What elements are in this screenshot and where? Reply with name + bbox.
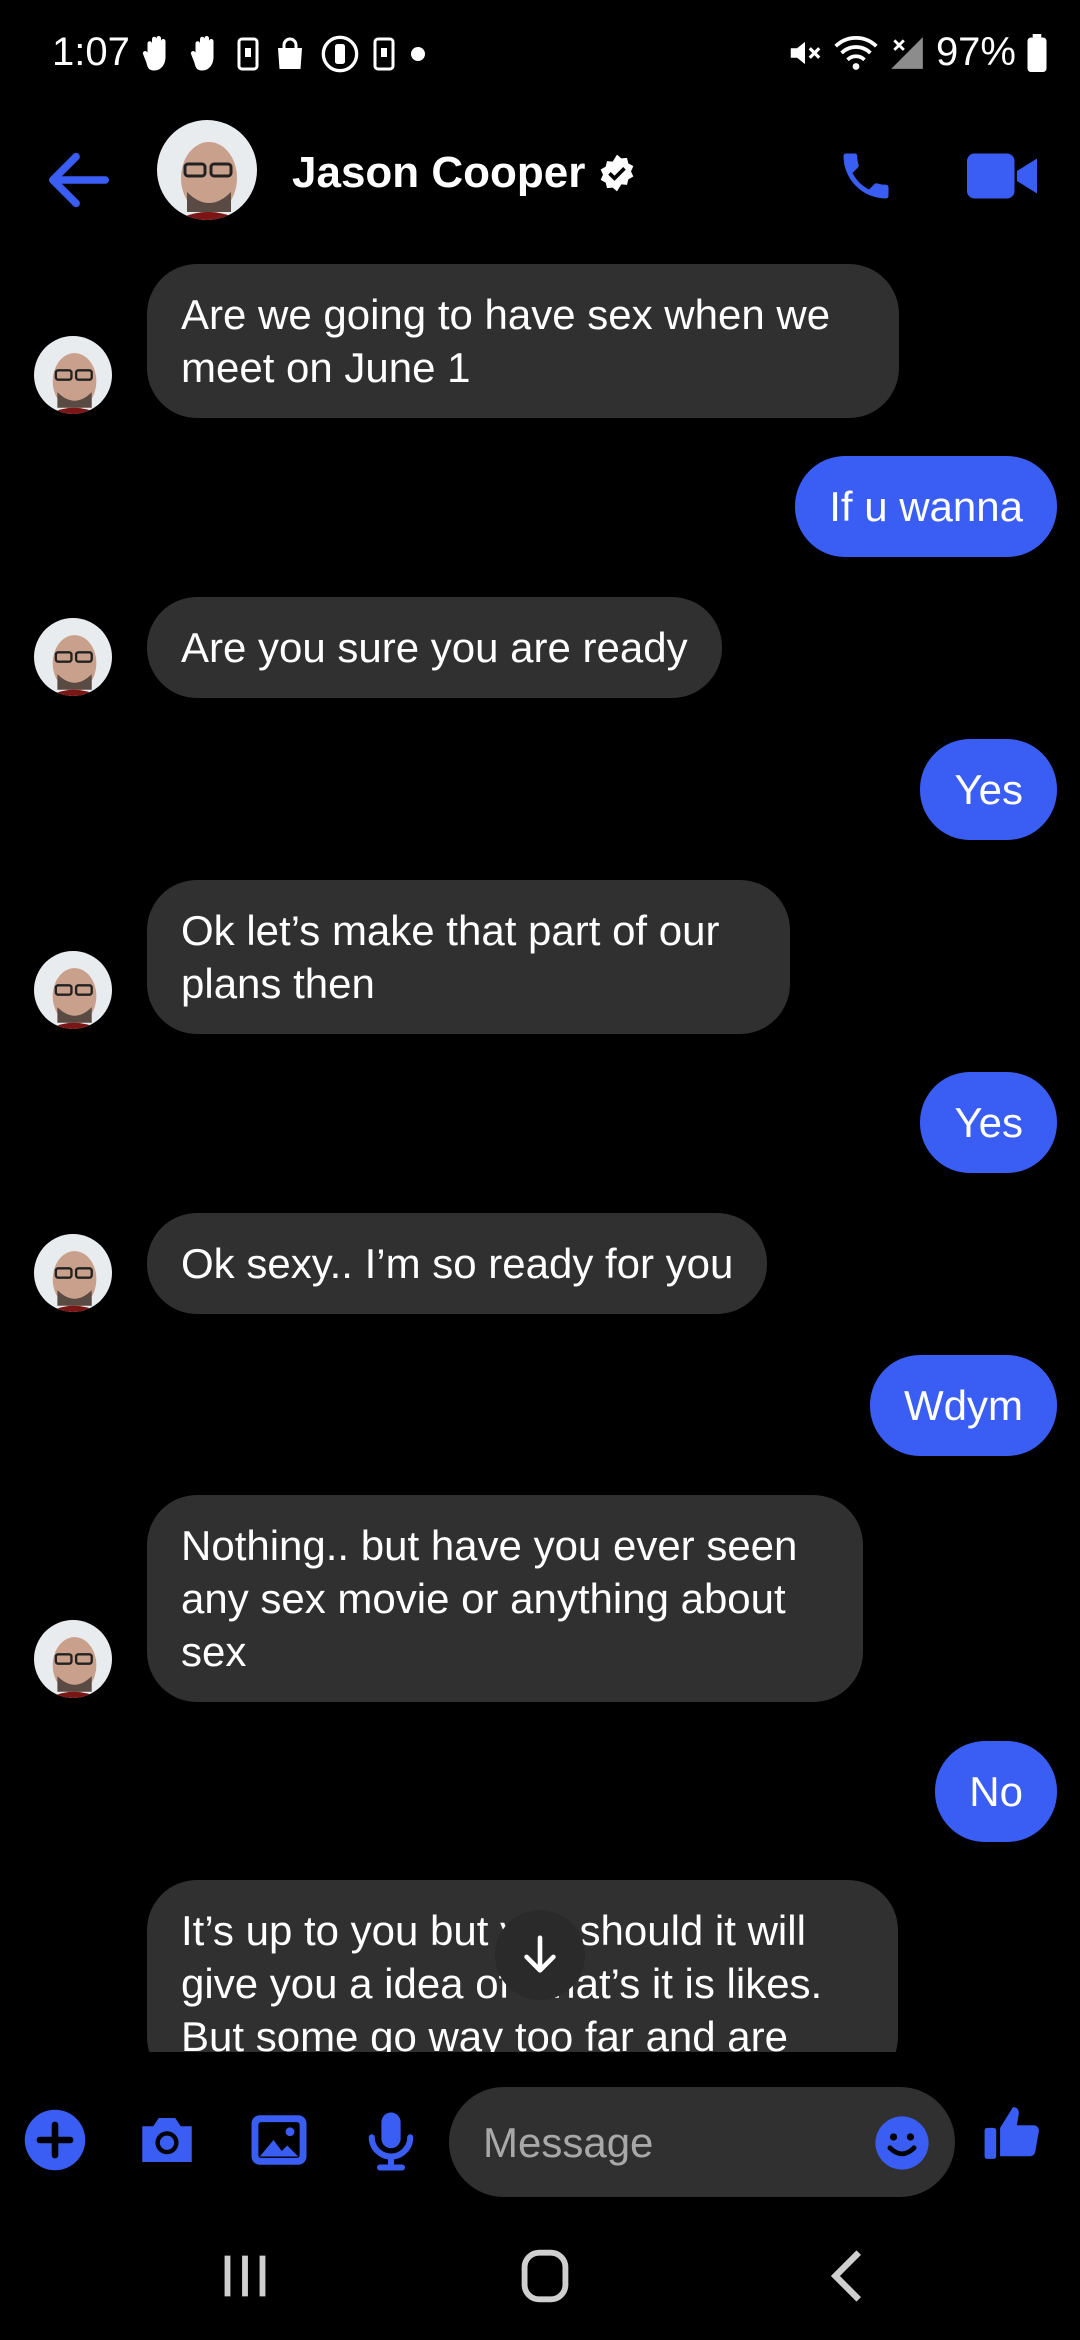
message-input[interactable] [483, 2115, 863, 2171]
conversation-header: Jason Cooper [0, 110, 1080, 260]
phone-device-icon [237, 37, 259, 71]
camera-icon[interactable] [134, 2107, 200, 2173]
contact-avatar-small[interactable] [34, 1620, 112, 1698]
message-bubble-outgoing[interactable]: No [935, 1741, 1057, 1842]
arrow-down-icon [524, 1935, 556, 1973]
status-bar: 1:07 97% [0, 0, 1080, 110]
message-bubble-incoming[interactable]: Ok let’s make that part of our plans the… [147, 880, 790, 1034]
message-input-container[interactable] [449, 2087, 955, 2197]
notification-icons [140, 34, 428, 74]
contact-name-container[interactable]: Jason Cooper [292, 148, 637, 198]
contact-avatar-small[interactable] [34, 951, 112, 1029]
message-bubble-incoming[interactable]: Ok sexy.. I’m so ready for you [147, 1213, 768, 1314]
message-bubble-incoming[interactable]: Are you sure you are ready [147, 597, 722, 698]
emoji-icon[interactable] [873, 2114, 931, 2172]
video-camera-icon[interactable] [967, 150, 1037, 202]
image-icon[interactable] [246, 2107, 312, 2173]
message-bubble-outgoing[interactable]: Yes [920, 739, 1057, 840]
wifi-icon [834, 35, 878, 70]
system-icons: 97% [786, 30, 1048, 75]
message-bubble-outgoing[interactable]: Yes [920, 1072, 1057, 1173]
contact-avatar[interactable] [157, 120, 257, 220]
battery-percent: 97% [935, 30, 1016, 74]
back-nav-icon[interactable] [815, 2246, 885, 2306]
scroll-to-bottom-button[interactable] [495, 1910, 585, 2000]
composer-bar [0, 2062, 1080, 2212]
verified-badge-icon [601, 154, 634, 192]
plus-circle-icon[interactable] [22, 2107, 88, 2173]
phone-device-icon [373, 37, 395, 71]
microphone-icon[interactable] [358, 2107, 424, 2173]
arrow-left-icon[interactable] [44, 145, 114, 215]
mute-icon [790, 41, 821, 64]
system-navigation-bar [0, 2212, 1080, 2340]
phone-icon[interactable] [836, 146, 896, 206]
home-icon[interactable] [510, 2246, 580, 2306]
shopping-bag-icon [278, 37, 302, 69]
hand-icon [142, 36, 166, 71]
contact-avatar-small[interactable] [34, 1234, 112, 1312]
message-bubble-incoming[interactable]: Are we going to have sex when we meet on… [147, 264, 899, 418]
dot-icon [411, 47, 425, 61]
circle-device-icon [321, 35, 359, 73]
battery-icon [1027, 33, 1047, 72]
status-time: 1:07 [52, 30, 130, 74]
thumbs-up-icon[interactable] [982, 2100, 1044, 2166]
message-bubble-incoming[interactable]: Nothing.. but have you ever seen any sex… [147, 1495, 863, 1702]
contact-avatar-small[interactable] [34, 336, 112, 414]
hand-icon [190, 36, 214, 71]
message-bubble-outgoing[interactable]: If u wanna [795, 456, 1057, 557]
recent-apps-icon[interactable] [210, 2246, 280, 2306]
message-bubble-outgoing[interactable]: Wdym [870, 1355, 1057, 1456]
contact-avatar-small[interactable] [34, 618, 112, 696]
signal-icon [891, 36, 923, 69]
contact-name: Jason Cooper [292, 148, 586, 197]
